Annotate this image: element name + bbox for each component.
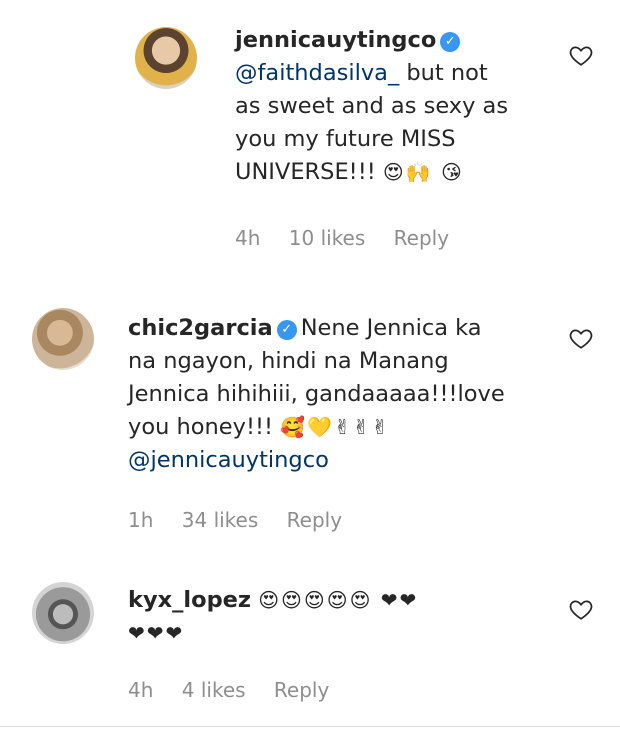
comment-meta: 4h 4 likes Reply — [128, 678, 351, 702]
timestamp[interactable]: 1h — [128, 508, 153, 532]
avatar[interactable] — [32, 308, 94, 370]
verified-badge-icon: ✓ — [276, 320, 297, 340]
comment-body: chic2garcia ✓ Nene Jennica ka na ngayon, h… — [128, 312, 548, 477]
emoji-group: 😍😍😍😍😍 ❤❤ — [258, 588, 419, 612]
emoji-group: 😍🙌 😘 — [382, 160, 464, 184]
divider — [0, 726, 620, 727]
verified-badge-icon: ✓ — [440, 32, 461, 52]
emoji-group: ❤❤❤ — [128, 621, 185, 645]
mention-link[interactable]: @jennicauytingco — [128, 444, 548, 477]
comment-text-line: as sweet and as sexy as — [235, 93, 509, 119]
username[interactable]: kyx_lopez — [128, 587, 251, 613]
timestamp[interactable]: 4h — [128, 678, 153, 702]
likes-count[interactable]: 10 likes — [289, 226, 366, 250]
likes-count[interactable]: 34 likes — [182, 508, 259, 532]
heart-outline-icon[interactable] — [568, 325, 594, 351]
heart-outline-icon[interactable] — [568, 42, 594, 68]
username[interactable]: jennicauytingco — [235, 27, 436, 53]
mention-link[interactable]: @faithdasilva_ — [235, 60, 399, 86]
reply-button[interactable]: Reply — [394, 226, 449, 250]
comment-text-line: Nene Jennica ka — [300, 315, 482, 341]
reply-button[interactable]: Reply — [274, 678, 329, 702]
comment-text-line: na ngayon, hindi na Manang — [128, 348, 449, 374]
avatar[interactable] — [135, 27, 197, 89]
comment-body: jennicauytingco ✓ @faithdasilva_ but not … — [235, 24, 535, 189]
comment-text-line: UNIVERSE!!! — [235, 159, 376, 185]
avatar[interactable] — [32, 582, 94, 644]
reply-button[interactable]: Reply — [287, 508, 342, 532]
comment-text-line: but not — [406, 60, 488, 86]
comment-text-line: Jennica hihihiii, gandaaaaa!!!love — [128, 381, 505, 407]
heart-outline-icon[interactable] — [568, 596, 594, 622]
comment-body: kyx_lopez 😍😍😍😍😍 ❤❤ ❤❤❤ — [128, 584, 548, 650]
emoji-group: 🥰💛✌✌✌ — [280, 415, 391, 439]
comment-meta: 1h 34 likes Reply — [128, 508, 364, 532]
comment-text-line: you honey!!! — [128, 414, 273, 440]
timestamp[interactable]: 4h — [235, 226, 260, 250]
comment-meta: 4h 10 likes Reply — [235, 226, 471, 250]
comment-text-line: you my future MISS — [235, 126, 456, 152]
username[interactable]: chic2garcia — [128, 315, 273, 341]
likes-count[interactable]: 4 likes — [182, 678, 246, 702]
